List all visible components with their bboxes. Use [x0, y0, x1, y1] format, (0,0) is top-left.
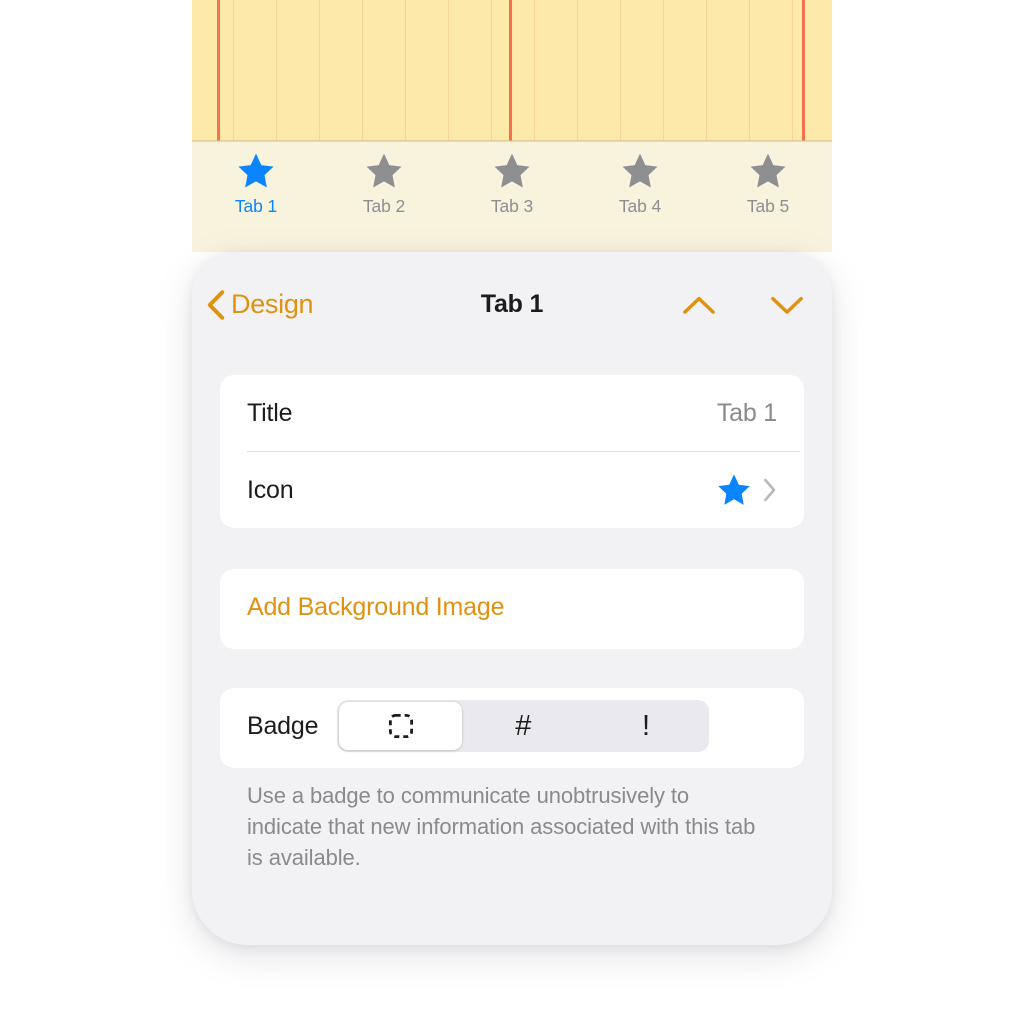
star-icon: [238, 153, 274, 188]
tab-item-label: Tab 3: [490, 196, 534, 216]
icon-row[interactable]: Icon: [220, 452, 804, 528]
tab-item-1[interactable]: Tab 1: [192, 151, 320, 216]
hash-icon: #: [515, 709, 532, 742]
tab-item-3[interactable]: Tab 3: [448, 151, 576, 216]
settings-sheet: Design Tab 1 Title Tab 1 Icon Add Backgr…: [192, 252, 832, 945]
tab-item-label: Tab 5: [746, 196, 790, 216]
star-icon: [494, 153, 530, 188]
tab-item-4[interactable]: Tab 4: [576, 151, 704, 216]
chevron-down-icon[interactable]: [770, 294, 804, 316]
badge-option-exclamation[interactable]: !: [585, 702, 708, 750]
star-icon: [750, 153, 786, 188]
chevron-up-icon[interactable]: [682, 294, 716, 316]
icon-row-label: Icon: [247, 475, 294, 504]
sheet-header: Design Tab 1: [192, 252, 832, 357]
badge-row: Badge # !: [220, 688, 804, 764]
add-background-image-button[interactable]: Add Background Image: [247, 593, 504, 622]
tab-item-2[interactable]: Tab 2: [320, 151, 448, 216]
badge-segmented-control[interactable]: # !: [337, 700, 710, 752]
tab-item-label: Tab 1: [234, 196, 278, 216]
badge-description: Use a badge to communicate unobtrusively…: [247, 783, 756, 870]
star-icon: [622, 153, 658, 188]
background-image-card: Add Background Image: [220, 569, 804, 649]
badge-option-number[interactable]: #: [462, 702, 585, 750]
star-icon: [366, 153, 402, 188]
badge-row-label: Badge: [247, 711, 319, 740]
exclamation-icon: !: [641, 709, 650, 742]
tab-item-5[interactable]: Tab 5: [704, 151, 832, 216]
badge-option-none[interactable]: [339, 702, 462, 750]
nav-arrows: [682, 294, 804, 316]
chevron-right-icon: [764, 478, 776, 502]
badge-card: Badge # !: [220, 688, 804, 768]
title-row-value: Tab 1: [716, 398, 777, 427]
tab-item-label: Tab 2: [362, 196, 406, 216]
add-background-image-row[interactable]: Add Background Image: [220, 569, 804, 645]
notepad-background: [192, 0, 832, 141]
title-row-label: Title: [247, 398, 293, 427]
notepad-rule-line: [509, 0, 512, 141]
info-card: Title Tab 1 Icon: [220, 375, 804, 528]
title-row[interactable]: Title Tab 1: [220, 375, 804, 451]
tab-bar: Tab 1 Tab 2 Tab 3 Tab 4 Tab 5: [192, 142, 832, 252]
notepad-rule-line: [802, 0, 805, 141]
notepad-rule-line: [217, 0, 220, 141]
tab-item-label: Tab 4: [618, 196, 662, 216]
star-icon: [718, 474, 750, 505]
dashed-square-icon: [388, 713, 413, 739]
screen-root: Tab 1 Tab 2 Tab 3 Tab 4 Tab 5 Design Tab…: [0, 0, 1024, 1024]
